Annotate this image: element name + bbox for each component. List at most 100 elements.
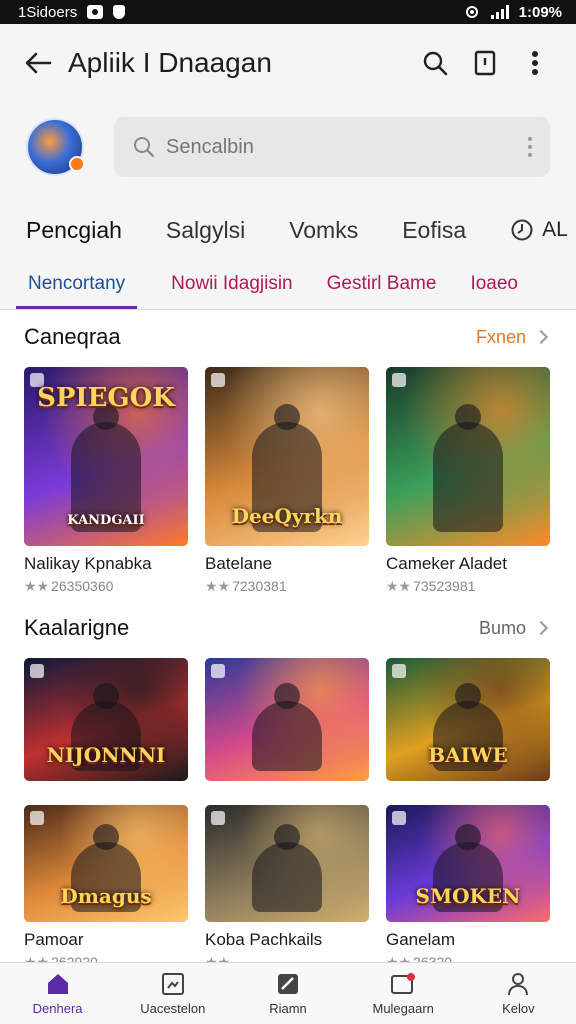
notification-icon — [87, 5, 104, 19]
back-button[interactable] — [18, 43, 58, 83]
tab-nencortany[interactable]: Nencortany — [16, 258, 138, 309]
map-pin-icon — [391, 973, 416, 994]
game-title: Ganelam — [386, 930, 455, 949]
nav-label: Uacestelon — [140, 1001, 206, 1016]
game-thumbnail: SMOKEN — [386, 805, 550, 922]
chip-al[interactable]: AL — [510, 218, 568, 242]
game-card[interactable]: NIJONNNI — [24, 658, 188, 781]
page-title: Apliik I Dnaagan — [68, 47, 272, 78]
image-icon — [278, 974, 298, 994]
game-card[interactable]: Cameker Aladet ★★ 73523981 — [386, 367, 550, 595]
rating-count: 73523981 — [413, 578, 476, 594]
section-more-label: Bumo — [478, 617, 526, 638]
game-card[interactable]: SPIEGOK KANDGAII Nalikay Kpnabka ★★ 26350360 — [24, 367, 188, 595]
badge-icon — [392, 373, 406, 387]
home-icon — [47, 974, 68, 994]
tab-nowii-idagjisin[interactable]: Nowii Idagjisin — [171, 258, 292, 309]
signal-icon — [490, 5, 509, 19]
game-title: Batelane — [205, 554, 273, 573]
game-card[interactable]: BAIWE — [386, 658, 550, 781]
star-icon: ★★ — [24, 578, 50, 594]
game-logo: DeeQyrkn — [231, 504, 343, 528]
game-rating: ★★ 7230381 — [205, 578, 369, 595]
app-bar: Apliik I Dnaagan — [0, 24, 576, 102]
section-header: Kaalarigne Bumo — [24, 615, 549, 641]
game-logo: SMOKEN — [415, 884, 521, 908]
avatar-badge — [69, 156, 85, 172]
more-button[interactable] — [512, 40, 558, 86]
nav-item-uacestelon[interactable]: Uacestelon — [115, 963, 230, 1024]
search-button[interactable] — [412, 40, 458, 86]
rating-count: 7230381 — [232, 578, 287, 594]
tab-ioaeo[interactable]: Ioaeo — [470, 258, 518, 309]
chip-pencgiah[interactable]: Pencgiah — [26, 217, 122, 244]
search-input[interactable] — [166, 135, 528, 159]
search-icon — [423, 51, 448, 76]
search-row — [0, 102, 576, 192]
nav-label: Kelov — [502, 1001, 535, 1016]
game-thumbnail: SPIEGOK KANDGAII — [24, 367, 188, 546]
game-logo: BAIWE — [428, 743, 508, 767]
game-title: Cameker Aladet — [386, 554, 507, 573]
shield-icon — [113, 5, 126, 19]
section-header: Caneqraa Fxnen — [24, 324, 549, 350]
game-thumbnail: DeeQyrkn — [205, 367, 369, 546]
nav-label: Denhera — [32, 1001, 83, 1016]
chip-vomks[interactable]: Vomks — [289, 217, 358, 244]
game-thumbnail — [205, 805, 369, 922]
game-title: Koba Pachkails — [205, 930, 323, 949]
game-logo: NIJONNNI — [46, 743, 166, 767]
status-right: 1:09% — [463, 4, 562, 21]
game-logo: Dmagus — [60, 884, 152, 908]
game-thumbnail: BAIWE — [386, 658, 550, 781]
chevron-right-icon — [533, 620, 549, 636]
character-art — [252, 683, 322, 771]
section-more-label: Fxnen — [475, 326, 526, 347]
hotspot-icon — [465, 6, 478, 18]
avatar[interactable] — [26, 118, 85, 176]
nav-item-riamn[interactable]: Riamn — [230, 963, 345, 1024]
game-title: Pamoar — [24, 930, 84, 949]
star-icon: ★★ — [386, 578, 412, 594]
game-card[interactable]: DmagusPamoar★★262920 — [24, 805, 188, 971]
badge-icon — [392, 664, 406, 678]
chevron-right-icon — [533, 329, 549, 345]
section-title: Caneqraa — [24, 324, 121, 349]
status-text: 1Sidoers — [18, 3, 78, 21]
search-icon — [134, 137, 155, 158]
status-bar: 1Sidoers 1:09% — [0, 0, 576, 24]
section-title: Kaalarigne — [24, 615, 130, 640]
search-box[interactable] — [114, 117, 550, 177]
badge-icon — [211, 811, 225, 825]
game-card[interactable] — [205, 658, 369, 781]
search-options-icon[interactable] — [528, 137, 532, 157]
person-icon — [508, 973, 529, 996]
nav-item-kelov[interactable]: Kelov — [461, 963, 576, 1024]
nav-item-mulegaarn[interactable]: Mulegaarn — [346, 963, 461, 1024]
tablet-button[interactable] — [462, 40, 508, 86]
game-card[interactable]: SMOKENGanelam★★26320 — [386, 805, 550, 971]
chip-eofisa[interactable]: Eofisa — [402, 217, 466, 244]
game-rating: ★★ 73523981 — [386, 578, 550, 595]
nav-label: Mulegaarn — [372, 1001, 434, 1016]
chip-salgylsi[interactable]: Salgylsi — [166, 217, 245, 244]
status-time: 1:09% — [518, 3, 562, 21]
game-title: Nalikay Kpnabka — [24, 554, 152, 573]
chip-al-label: AL — [542, 218, 568, 241]
section-more-link[interactable]: Fxnen — [475, 326, 549, 348]
tab-gestirl-bame[interactable]: Gestirl Bame — [327, 258, 437, 309]
game-rating: ★★ 26350360 — [24, 578, 188, 595]
nav-item-denhera[interactable]: Denhera — [0, 963, 115, 1024]
badge-icon — [392, 811, 406, 825]
section-more-link[interactable]: Bumo — [478, 617, 549, 639]
game-card[interactable]: Koba Pachkails★★ — [205, 805, 369, 971]
badge-icon — [211, 664, 225, 678]
status-left: 1Sidoers — [18, 3, 126, 21]
bottom-navigation: Denhera Uacestelon Riamn Mulegaarn Kelov — [0, 962, 576, 1024]
game-logo: SPIEGOK — [37, 383, 175, 413]
game-thumbnail — [386, 367, 550, 546]
game-thumbnail: NIJONNNI — [24, 658, 188, 781]
game-card[interactable]: DeeQyrkn Batelane ★★ 7230381 — [205, 367, 369, 595]
clock-icon — [511, 219, 533, 241]
tablet-icon — [474, 50, 496, 76]
